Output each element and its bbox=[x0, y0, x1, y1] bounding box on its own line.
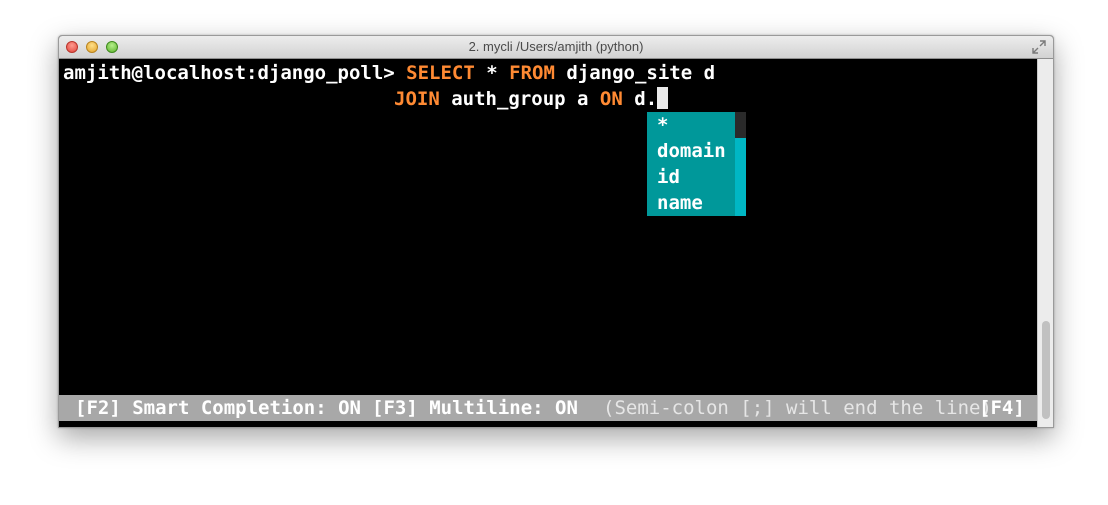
completion-scroll-thumb[interactable] bbox=[735, 112, 746, 138]
toolbar-f4: [F4] bbox=[979, 397, 1025, 419]
query-line-2: JOIN auth_group a ON d. bbox=[394, 86, 669, 112]
sql-text: * bbox=[474, 62, 510, 84]
query-line-1: amjith@localhost:django_poll> SELECT * F… bbox=[63, 60, 715, 86]
window-scrollbar[interactable] bbox=[1037, 59, 1053, 427]
keyword-on: ON bbox=[599, 88, 623, 110]
text-cursor bbox=[657, 87, 669, 109]
title-bar: 2. mycli /Users/amjith (python) bbox=[59, 36, 1053, 59]
fullscreen-icon[interactable] bbox=[1032, 40, 1046, 54]
sql-text: django_site d bbox=[554, 62, 716, 84]
terminal-area[interactable]: amjith@localhost:django_poll> SELECT * F… bbox=[59, 59, 1037, 427]
keyword-join: JOIN bbox=[394, 88, 440, 110]
toolbar-multiline: [F3] Multiline: ON bbox=[372, 397, 578, 419]
sql-text: auth_group a bbox=[439, 88, 600, 110]
toolbar-smart-completion: [F2] Smart Completion: ON bbox=[75, 397, 361, 419]
prompt: amjith@localhost:django_poll> bbox=[63, 62, 407, 84]
window-scroll-thumb[interactable] bbox=[1042, 321, 1050, 419]
completion-item-domain[interactable]: domain bbox=[657, 138, 726, 164]
bottom-toolbar: [F2] Smart Completion: ON [F3] Multiline… bbox=[59, 395, 1037, 421]
completion-item-id[interactable]: id bbox=[657, 164, 680, 190]
keyword-from: FROM bbox=[509, 62, 555, 84]
completion-item-star[interactable]: * bbox=[657, 112, 668, 138]
terminal-window: 2. mycli /Users/amjith (python) amjith@l… bbox=[58, 35, 1054, 428]
window-title: 2. mycli /Users/amjith (python) bbox=[468, 39, 644, 54]
toolbar-hint: (Semi-colon [;] will end the line) bbox=[603, 397, 992, 419]
keyword-select: SELECT bbox=[406, 62, 475, 84]
completion-item-name[interactable]: name bbox=[657, 190, 703, 216]
completion-menu[interactable]: * domain id name bbox=[647, 112, 746, 216]
sql-text: d. bbox=[622, 88, 658, 110]
